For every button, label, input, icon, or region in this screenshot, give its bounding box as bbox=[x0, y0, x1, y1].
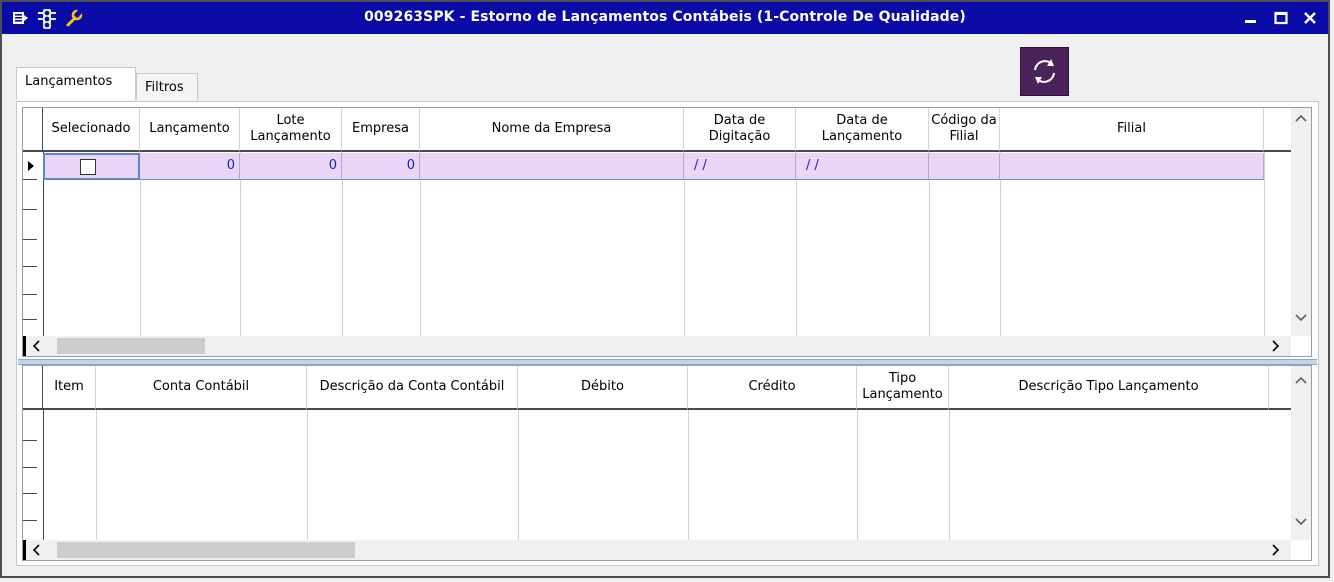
row-indicator-header bbox=[23, 366, 43, 410]
window-title: 009263SPK - Estorno de Lançamentos Contá… bbox=[364, 9, 966, 25]
header-empresa[interactable]: Empresa bbox=[342, 108, 420, 152]
grid-line bbox=[307, 410, 308, 540]
header-nome-empresa[interactable]: Nome da Empresa bbox=[420, 108, 684, 152]
grid-line bbox=[857, 410, 858, 540]
bottom-grid-horizontal-scrollbar[interactable] bbox=[23, 540, 1291, 560]
scroll-right-icon[interactable] bbox=[1271, 544, 1281, 560]
tab-lancamentos[interactable]: Lançamentos bbox=[16, 67, 136, 100]
cell-codigo-filial[interactable] bbox=[929, 153, 1000, 179]
header-lote-lancamento[interactable]: Lote Lançamento bbox=[240, 108, 342, 152]
main-window: 009263SPK - Estorno de Lançamentos Contá… bbox=[0, 0, 1330, 578]
row-tick bbox=[23, 520, 37, 521]
top-grid-horizontal-scrollbar[interactable] bbox=[23, 336, 1291, 356]
grid-line bbox=[688, 410, 689, 540]
scroll-right-icon[interactable] bbox=[1271, 340, 1281, 356]
header-data-lancamento[interactable]: Data de Lançamento bbox=[796, 108, 929, 152]
grid-line bbox=[949, 410, 950, 540]
top-grid-vertical-scrollbar[interactable] bbox=[1291, 108, 1311, 336]
row-tick bbox=[23, 209, 37, 210]
row-tick bbox=[23, 266, 37, 267]
scroll-down-icon[interactable] bbox=[1295, 312, 1307, 327]
close-icon[interactable] bbox=[1297, 6, 1323, 28]
scroll-up-icon[interactable] bbox=[1295, 374, 1307, 389]
row-indicator-header bbox=[23, 108, 43, 152]
row-tick bbox=[23, 319, 37, 320]
header-conta-contabil[interactable]: Conta Contábil bbox=[96, 366, 307, 410]
scroll-down-icon[interactable] bbox=[1295, 516, 1307, 531]
scroll-left-icon[interactable] bbox=[31, 340, 41, 356]
header-descricao-tipo[interactable]: Descrição Tipo Lançamento bbox=[949, 366, 1269, 410]
header-debito[interactable]: Débito bbox=[518, 366, 688, 410]
cell-lancamento[interactable]: 0 bbox=[140, 153, 240, 179]
cell-nome-empresa[interactable] bbox=[420, 153, 684, 179]
grid-line bbox=[1264, 152, 1265, 336]
horizontal-scroll-thumb[interactable] bbox=[57, 542, 355, 558]
table-row[interactable]: 0 0 0 / / / / bbox=[43, 153, 1264, 180]
cell-filial[interactable] bbox=[1000, 153, 1264, 179]
header-selecionado[interactable]: Selecionado bbox=[43, 108, 140, 152]
row-tick bbox=[23, 440, 37, 441]
header-tipo-lancamento[interactable]: Tipo Lançamento bbox=[857, 366, 949, 410]
scrollbar-edge bbox=[23, 336, 26, 356]
grid-line bbox=[518, 410, 519, 540]
header-codigo-filial[interactable]: Código da Filial bbox=[929, 108, 1000, 152]
refresh-button[interactable] bbox=[1020, 47, 1069, 96]
row-tick bbox=[23, 294, 37, 295]
tab-panel: Selecionado Lançamento Lote Lançamento E… bbox=[16, 101, 1319, 566]
cell-selecionado[interactable] bbox=[43, 153, 140, 180]
cell-data-lancamento[interactable]: / / bbox=[796, 153, 929, 179]
row-tick bbox=[23, 239, 37, 240]
refresh-icon bbox=[1034, 59, 1055, 84]
scroll-up-icon[interactable] bbox=[1295, 112, 1307, 127]
grid-line bbox=[96, 410, 97, 540]
row-tick bbox=[23, 179, 37, 180]
header-descricao-conta[interactable]: Descrição da Conta Contábil bbox=[307, 366, 518, 410]
row-tick bbox=[23, 467, 37, 468]
bottom-grid-vertical-scrollbar[interactable] bbox=[1291, 366, 1311, 540]
header-item[interactable]: Item bbox=[43, 366, 96, 410]
horizontal-scroll-thumb[interactable] bbox=[57, 338, 205, 354]
header-data-digitacao[interactable]: Data de Digitação bbox=[684, 108, 796, 152]
lancamentos-grid[interactable]: Selecionado Lançamento Lote Lançamento E… bbox=[22, 107, 1312, 357]
cell-data-digitacao[interactable]: / / bbox=[684, 153, 796, 179]
header-credito[interactable]: Crédito bbox=[688, 366, 857, 410]
header-lancamento[interactable]: Lançamento bbox=[140, 108, 240, 152]
header-overflow bbox=[1264, 108, 1293, 152]
maximize-icon[interactable] bbox=[1268, 6, 1294, 28]
selecionado-checkbox[interactable] bbox=[80, 159, 96, 175]
cell-lote[interactable]: 0 bbox=[240, 153, 342, 179]
scroll-left-icon[interactable] bbox=[31, 544, 41, 560]
current-row-indicator-icon bbox=[26, 160, 36, 176]
cell-empresa[interactable]: 0 bbox=[342, 153, 420, 179]
lancamento-itens-grid[interactable]: Item Conta Contábil Descrição da Conta C… bbox=[22, 365, 1312, 561]
minimize-icon[interactable] bbox=[1238, 6, 1264, 28]
title-bar[interactable]: 009263SPK - Estorno de Lançamentos Contá… bbox=[2, 2, 1328, 34]
scrollbar-edge bbox=[23, 540, 26, 560]
row-tick bbox=[23, 493, 37, 494]
header-filler bbox=[1269, 366, 1291, 410]
tab-filtros[interactable]: Filtros bbox=[136, 73, 198, 100]
header-filial[interactable]: Filial bbox=[1000, 108, 1264, 152]
